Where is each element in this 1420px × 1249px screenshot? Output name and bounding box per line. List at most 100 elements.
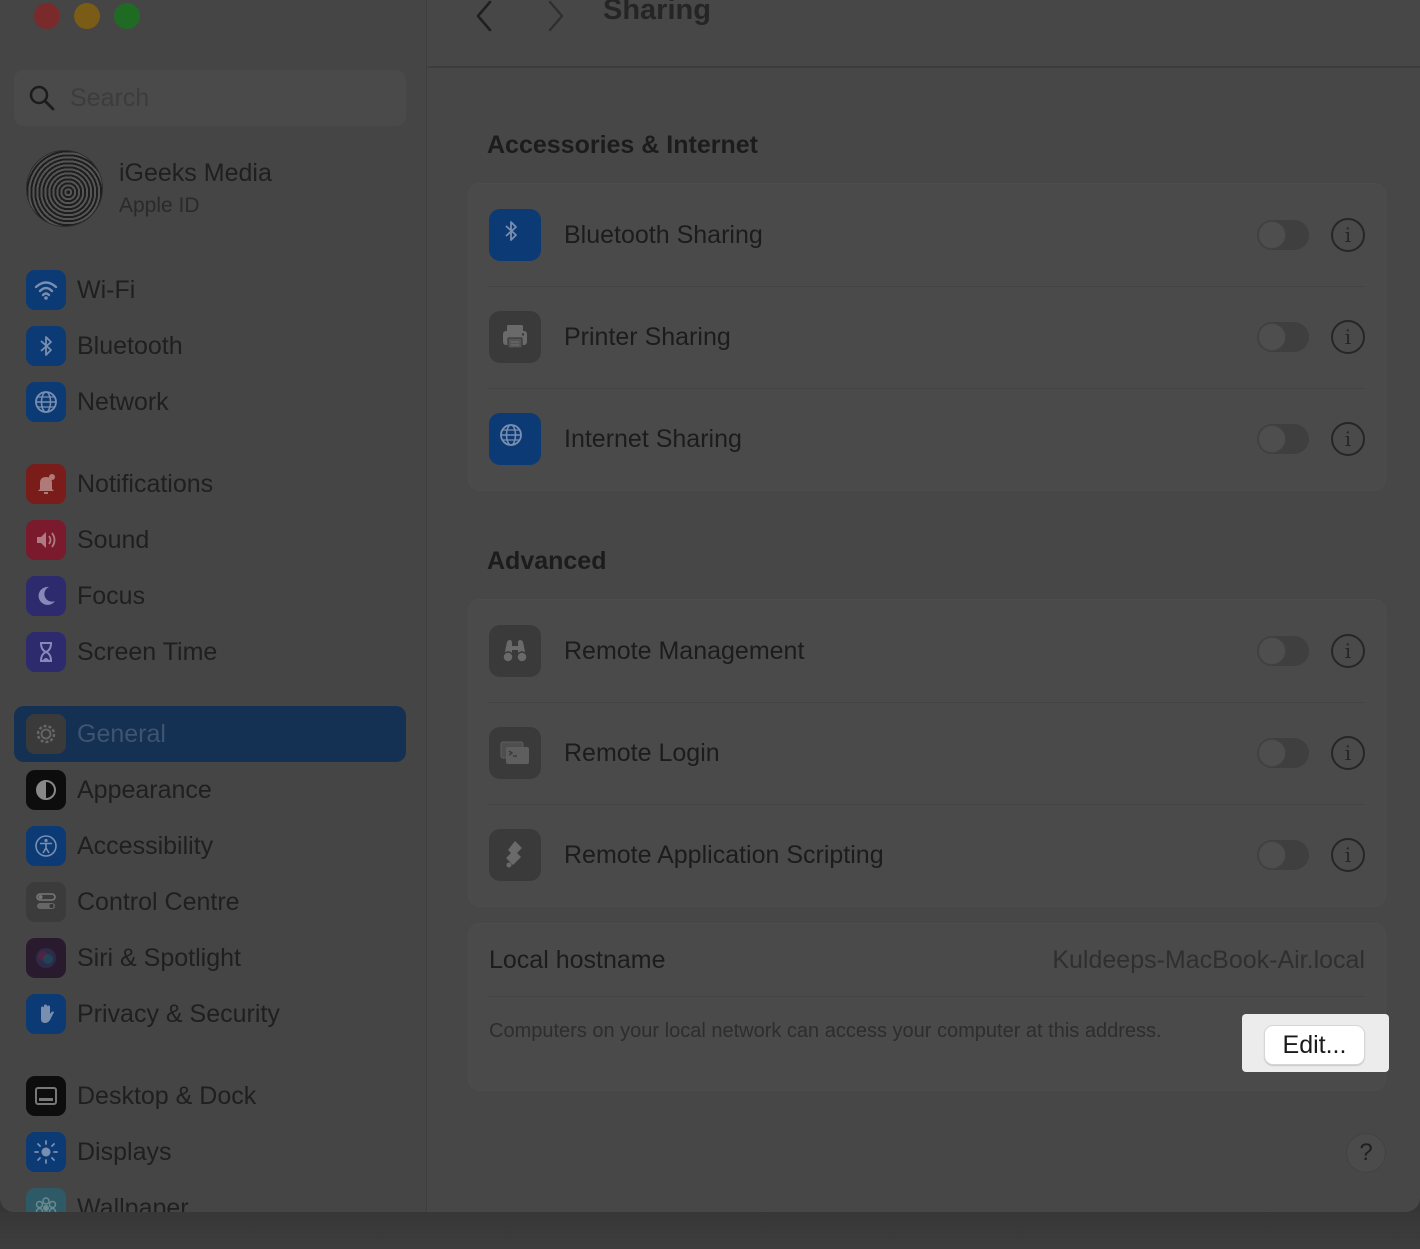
control-centre-icon-tile (26, 882, 66, 922)
remote-application-scripting-info-button[interactable]: i (1331, 838, 1365, 872)
info-icon: i (1344, 223, 1352, 247)
accessories-card: Bluetooth Sharing i Printer Sharing i Intern… (468, 183, 1386, 491)
setting-row-remote-application-scripting: Remote Application Scripting i (469, 804, 1385, 906)
accessibility-icon (35, 835, 57, 857)
globe-icon-tile (489, 413, 541, 465)
sidebar-item-focus[interactable]: Focus (14, 568, 406, 624)
gear-icon (36, 724, 56, 744)
sidebar-item-accessibility[interactable]: Accessibility (14, 818, 406, 874)
setting-row-remote-management: Remote Management i (469, 600, 1385, 702)
globe-icon (500, 424, 522, 446)
sidebar-item-label: Accessibility (77, 831, 214, 860)
remote-management-info-button[interactable]: i (1331, 634, 1365, 668)
bluetooth-sharing-info-button[interactable]: i (1331, 218, 1365, 252)
bluetooth-icon (40, 336, 52, 356)
sun-icon (34, 1140, 58, 1164)
info-icon: i (1344, 427, 1352, 451)
advanced-card: Remote Management i Remote Login i Remote Ap… (468, 599, 1386, 907)
sidebar-item-displays[interactable]: Displays (14, 1124, 406, 1180)
bluetooth-sharing-toggle[interactable] (1257, 220, 1309, 250)
internet-sharing-info-button[interactable]: i (1331, 422, 1365, 456)
sidebar-item-label: Wi-Fi (77, 275, 136, 304)
setting-label: Remote Login (564, 738, 720, 767)
remote-login-info-button[interactable]: i (1331, 736, 1365, 770)
sidebar-item-bluetooth[interactable]: Bluetooth (14, 318, 406, 374)
search-input[interactable] (70, 83, 370, 113)
globe-icon-tile (26, 382, 66, 422)
internet-sharing-toggle[interactable] (1257, 424, 1309, 454)
sidebar-item-wi-fi[interactable]: Wi-Fi (14, 262, 406, 318)
help-button[interactable]: ? (1346, 1133, 1386, 1173)
moon-icon (38, 586, 55, 605)
hourglass-icon-tile (26, 632, 66, 672)
sidebar-item-label: Appearance (77, 775, 212, 804)
sidebar-item-network[interactable]: Network (14, 374, 406, 430)
sidebar-item-appearance[interactable]: Appearance (14, 762, 406, 818)
printer-sharing-info-button[interactable]: i (1331, 320, 1365, 354)
sidebar-group: General Appearance Accessibility Control Ce… (14, 706, 406, 1042)
wifi-icon (34, 281, 58, 300)
sidebar-item-label: Desktop & Dock (77, 1081, 257, 1110)
sidebar-item-label: Sound (77, 525, 150, 554)
sidebar-item-label: Network (77, 387, 169, 416)
printer-sharing-toggle[interactable] (1257, 322, 1309, 352)
sidebar-item-label: General (77, 719, 166, 748)
toggle-knob (1258, 323, 1286, 351)
script-icon-tile (489, 829, 541, 881)
toggle-knob (1258, 841, 1286, 869)
wallpaper-icon (35, 1197, 57, 1212)
sidebar-item-label: Control Centre (77, 887, 240, 916)
sidebar-item-privacy-security[interactable]: Privacy & Security (14, 986, 406, 1042)
sun-icon-tile (26, 1132, 66, 1172)
toggle-knob (1258, 221, 1286, 249)
gear-icon-tile (26, 714, 66, 754)
sidebar-item-general[interactable]: General (14, 706, 406, 762)
bell-icon-tile (26, 464, 66, 504)
sidebar-group: Wi-Fi Bluetooth Network (14, 262, 406, 430)
edit-hostname-button[interactable]: Edit... (1264, 1025, 1365, 1065)
zoom-window-button[interactable] (114, 3, 140, 29)
sidebar-item-notifications[interactable]: Notifications (14, 456, 406, 512)
setting-row-bluetooth-sharing: Bluetooth Sharing i (469, 184, 1385, 286)
system-settings-window: iGeeks Media Apple ID Wi-Fi Bluetooth Netw… (0, 0, 1420, 1212)
info-icon: i (1344, 741, 1352, 765)
back-chevron-icon[interactable] (470, 0, 500, 34)
bluetooth-icon (505, 221, 517, 241)
sidebar-item-desktop-dock[interactable]: Desktop & Dock (14, 1068, 406, 1124)
minimize-window-button[interactable] (74, 3, 100, 29)
appearance-icon-tile (26, 770, 66, 810)
binoculars-icon-tile (489, 625, 541, 677)
sidebar-item-sound[interactable]: Sound (14, 512, 406, 568)
info-icon: i (1344, 843, 1352, 867)
info-icon: i (1344, 325, 1352, 349)
sidebar-item-label: Displays (77, 1137, 172, 1166)
sidebar-item-siri-spotlight[interactable]: Siri & Spotlight (14, 930, 406, 986)
setting-row-printer-sharing: Printer Sharing i (469, 286, 1385, 388)
remote-application-scripting-toggle[interactable] (1257, 840, 1309, 870)
section-title-accessories: Accessories & Internet (487, 131, 758, 159)
remote-management-toggle[interactable] (1257, 636, 1309, 666)
sidebar-item-screen-time[interactable]: Screen Time (14, 624, 406, 680)
speaker-icon (37, 532, 56, 548)
siri-icon-tile (26, 938, 66, 978)
window-controls (34, 3, 140, 29)
apple-id-profile[interactable]: iGeeks Media Apple ID (26, 150, 272, 227)
search-field[interactable] (14, 70, 406, 126)
hostname-label: Local hostname (489, 945, 666, 974)
hostname-value: Kuldeeps-MacBook-Air.local (1052, 945, 1365, 974)
bluetooth-icon-tile (489, 209, 541, 261)
remote-login-toggle[interactable] (1257, 738, 1309, 768)
sidebar-item-control-centre[interactable]: Control Centre (14, 874, 406, 930)
sidebar-item-wallpaper[interactable]: Wallpaper (14, 1180, 406, 1212)
sidebar-item-label: Screen Time (77, 637, 218, 666)
profile-name: iGeeks Media (119, 159, 272, 187)
close-window-button[interactable] (34, 3, 60, 29)
edit-button-highlight: Edit... (1242, 1014, 1389, 1072)
speaker-icon-tile (26, 520, 66, 560)
sidebar-item-label: Bluetooth (77, 331, 183, 360)
script-icon (506, 841, 522, 868)
setting-row-remote-login: Remote Login i (469, 702, 1385, 804)
setting-row-internet-sharing: Internet Sharing i (469, 388, 1385, 490)
toggle-knob (1258, 739, 1286, 767)
forward-chevron-icon[interactable] (540, 0, 570, 34)
